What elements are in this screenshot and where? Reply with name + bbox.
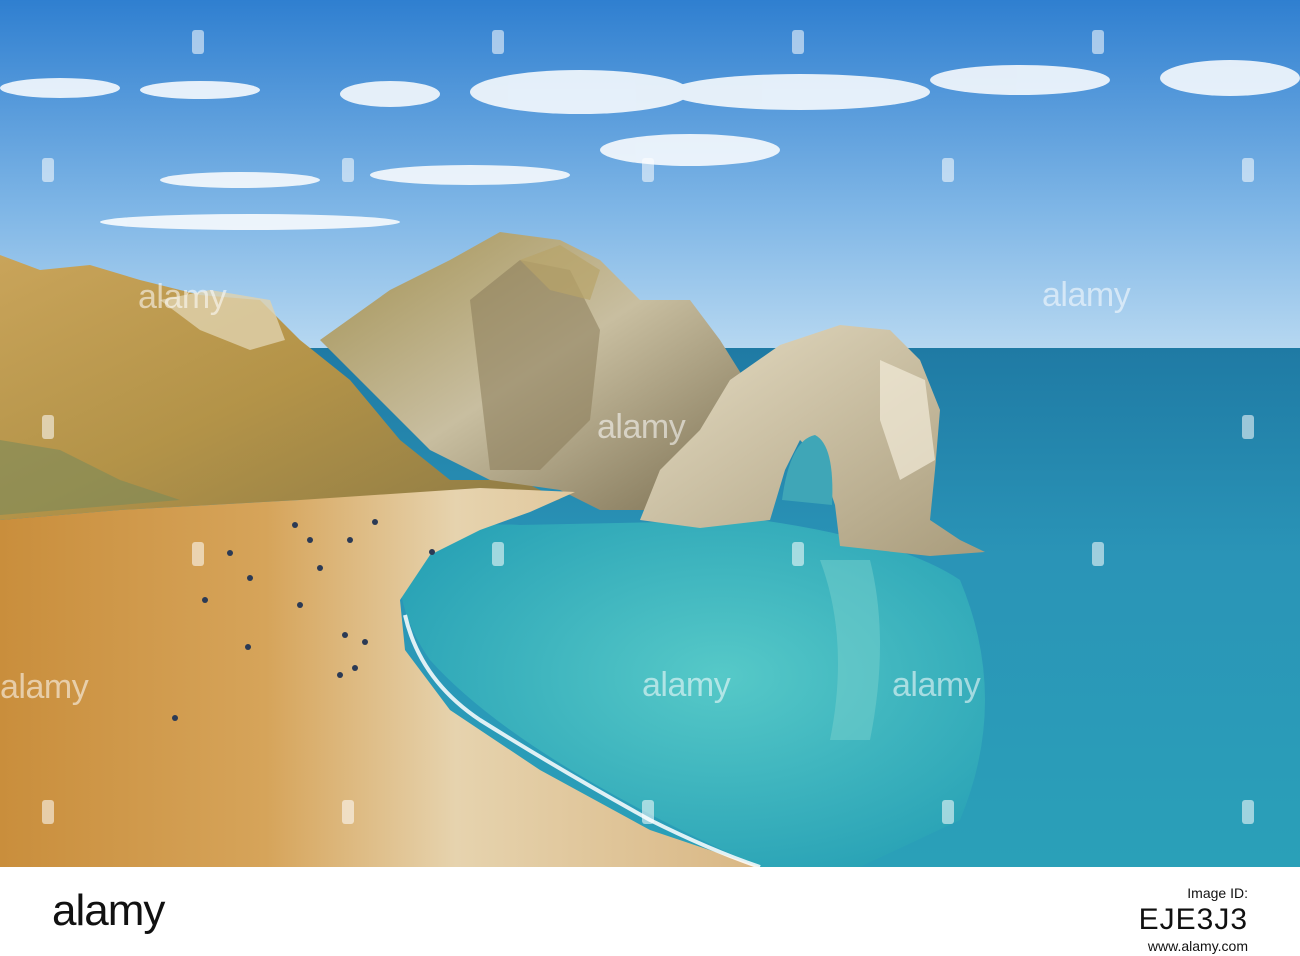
watermark-text: alamy — [642, 666, 731, 704]
watermark-text: alamy — [1042, 276, 1131, 314]
watermark-text: alamy — [138, 278, 227, 316]
watermark-mark — [342, 800, 354, 824]
watermark-mark — [1092, 542, 1104, 566]
watermark-mark — [642, 800, 654, 824]
watermark-text: alamy — [0, 668, 89, 706]
watermark-mark — [792, 542, 804, 566]
watermark-mark — [492, 30, 504, 54]
watermark-mark — [42, 800, 54, 824]
watermark-mark — [192, 542, 204, 566]
watermark-mark — [492, 542, 504, 566]
watermark-mark — [1242, 800, 1254, 824]
watermark-mark — [1092, 30, 1104, 54]
image-id-label: Image ID: — [1187, 885, 1248, 901]
watermark-mark — [1242, 415, 1254, 439]
watermark-text: alamy — [892, 666, 981, 704]
footer-bar: alamy Image ID: EJE3J3 www.alamy.com — [0, 867, 1300, 956]
image-id: EJE3J3 — [1138, 902, 1248, 936]
watermark-mark — [942, 800, 954, 824]
alamy-logo[interactable]: alamy — [52, 889, 165, 933]
watermark-mark — [942, 158, 954, 182]
watermark-mark — [792, 30, 804, 54]
photo: alamy alamy alamy alamy alamy alamy — [0, 0, 1300, 867]
watermark-mark — [42, 158, 54, 182]
watermark-mark — [342, 158, 354, 182]
watermark-mark — [1242, 158, 1254, 182]
watermark-mark — [42, 415, 54, 439]
image-id-block: Image ID: EJE3J3 www.alamy.com — [1139, 885, 1248, 955]
watermark-mark — [192, 30, 204, 54]
site-url[interactable]: www.alamy.com — [1139, 938, 1248, 955]
watermark-mark — [642, 158, 654, 182]
watermark-text: alamy — [597, 408, 686, 446]
